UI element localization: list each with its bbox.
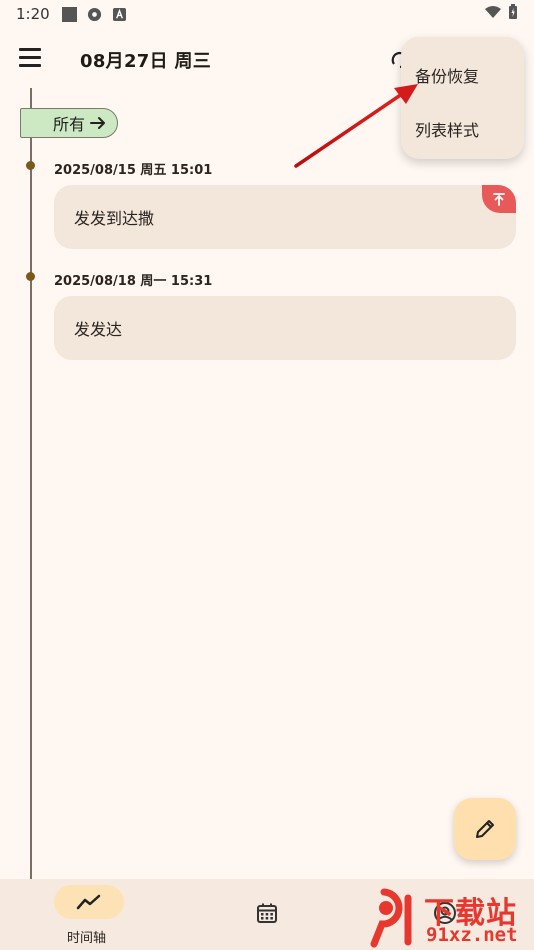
- watermark: 下载站 91xz.net: [358, 884, 534, 950]
- filter-chip-all[interactable]: 所有: [20, 108, 118, 138]
- pin-to-top-icon: [493, 193, 505, 206]
- menu-item-list-style[interactable]: 列表样式: [415, 117, 479, 141]
- entry-card[interactable]: 发发达: [54, 296, 516, 360]
- battery-icon: [509, 4, 517, 19]
- timeline-dot: [26, 272, 35, 281]
- settings-gear-icon: [87, 7, 102, 22]
- arrow-right-icon: [90, 117, 105, 129]
- watermark-logo: [370, 888, 412, 948]
- nav-label-timeline: 时间轴: [67, 931, 107, 946]
- entry-text: 发发达: [74, 320, 123, 339]
- status-right-icons: [484, 4, 518, 20]
- entry-text: 发发到达撒: [74, 209, 155, 228]
- wifi-icon: [485, 6, 501, 18]
- menu-item-backup-restore[interactable]: 备份恢复: [415, 63, 479, 87]
- timeline-dot: [26, 161, 35, 170]
- nav-item-timeline[interactable]: [54, 885, 124, 919]
- font-a-icon: [112, 7, 127, 22]
- timeline-line: [30, 88, 32, 880]
- pin-top-badge: [482, 185, 516, 213]
- entry-timestamp: 2025/08/18 周一 15:31: [54, 274, 213, 289]
- hamburger-menu-icon[interactable]: [19, 48, 43, 70]
- pencil-icon: [476, 820, 494, 838]
- entry-card[interactable]: 发发到达撒: [54, 185, 516, 249]
- calendar-icon[interactable]: [255, 901, 279, 925]
- filter-chip-label: 所有: [53, 115, 86, 134]
- status-bar: 1:20: [0, 0, 534, 28]
- watermark-text-small: 91xz.net: [426, 924, 518, 946]
- status-time: 1:20: [16, 5, 50, 23]
- page-title: 08月27日 周三: [80, 51, 212, 72]
- entry-timestamp: 2025/08/15 周五 15:01: [54, 163, 213, 178]
- timeline-icon: [76, 894, 101, 910]
- notification-square-icon: [61, 6, 77, 22]
- overflow-menu: 备份恢复 列表样式: [401, 37, 524, 159]
- compose-fab[interactable]: [454, 798, 516, 860]
